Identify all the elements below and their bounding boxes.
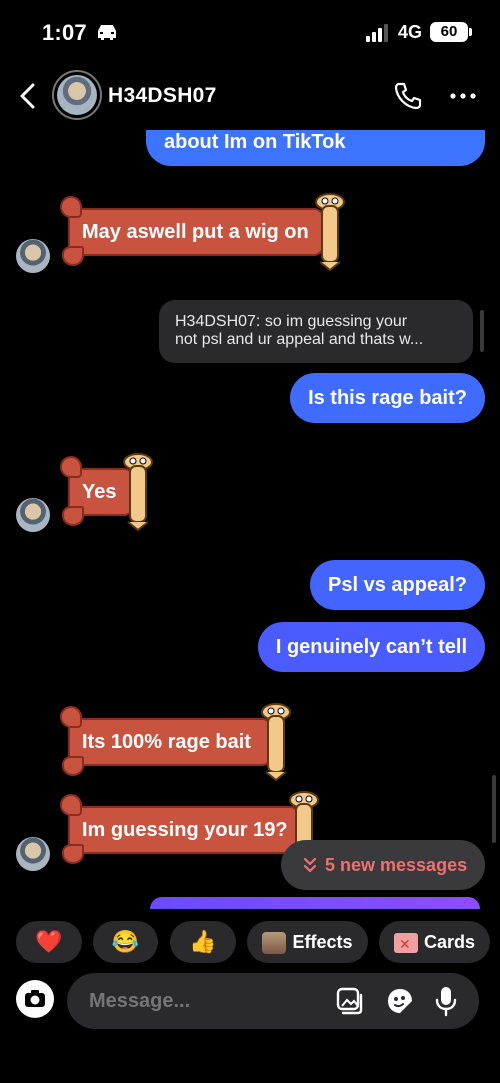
contact-avatar[interactable] (52, 70, 102, 120)
avatar-image (57, 75, 97, 115)
incoming-sticker-message[interactable]: May aswell put a wig on (60, 192, 348, 274)
heart-reaction-button[interactable]: ❤️ (16, 921, 82, 963)
outgoing-message[interactable]: about Im on TikTok (146, 130, 485, 166)
status-time: 1:07 (42, 20, 87, 45)
status-bar: 1:07 4G 60 (0, 0, 500, 64)
incoming-sticker-message[interactable]: Its 100% rage bait (60, 702, 298, 784)
outgoing-message[interactable]: Is this rage bait? (290, 373, 485, 423)
signal-icon (366, 24, 388, 42)
gift-card-icon (393, 923, 418, 965)
sticker-text: Im guessing your 19? (82, 819, 288, 841)
cards-label: Cards (423, 932, 476, 952)
back-icon[interactable] (16, 82, 40, 110)
outgoing-message[interactable]: Psl vs appeal? (310, 560, 485, 610)
reply-line-1: H34DSH07: so im guessing your (175, 313, 408, 330)
chat-scrollbar[interactable] (492, 775, 496, 843)
sticker-text: Its 100% rage bait (82, 731, 251, 753)
microphone-icon[interactable] (435, 985, 457, 1017)
reply-line-2: not psl and ur appeal and thats w... (175, 331, 424, 348)
double-chevron-down-icon (303, 857, 317, 873)
sticker-text: May aswell put a wig on (82, 221, 309, 243)
new-messages-button[interactable]: 5 new messages (281, 840, 485, 890)
new-messages-label: 5 new messages (325, 855, 468, 875)
laugh-reaction-button[interactable]: 😂 (93, 921, 158, 963)
outgoing-message-partial (150, 897, 480, 909)
dog-sticker-icon (261, 703, 291, 782)
dog-sticker-icon (123, 453, 153, 532)
thumbs-up-icon: 👍 (189, 929, 217, 954)
phone-icon[interactable] (392, 80, 424, 112)
dog-sticker-icon (315, 193, 345, 272)
incoming-sticker-message[interactable]: Yes (60, 452, 160, 534)
chat-header: H34DSH07 (0, 64, 500, 128)
network-label: 4G (398, 22, 423, 42)
sticker-icon[interactable] (385, 986, 415, 1016)
thumbs-up-reaction-button[interactable]: 👍 (170, 921, 236, 963)
message-composer (67, 973, 479, 1029)
sender-avatar[interactable] (16, 239, 50, 273)
effects-thumbnail-icon (262, 932, 287, 954)
camera-icon[interactable] (16, 980, 54, 1018)
car-icon (98, 25, 116, 40)
battery-indicator: 60 (430, 22, 472, 42)
laugh-emoji-icon: 😂 (111, 929, 140, 954)
outgoing-message[interactable]: I genuinely can’t tell (257, 622, 485, 672)
replied-message-preview[interactable]: H34DSH07: so im guessing your not psl an… (159, 300, 473, 363)
sticker-text: Yes (82, 481, 117, 503)
sender-avatar[interactable] (16, 837, 50, 871)
contact-name[interactable]: H34DSH07 (108, 84, 217, 108)
more-options-icon[interactable] (448, 86, 478, 106)
reply-scrollbar (480, 310, 484, 352)
cards-button[interactable]: Cards (379, 921, 490, 965)
effects-label: Effects (292, 932, 353, 952)
message-input[interactable] (89, 973, 319, 1029)
sender-avatar[interactable] (16, 498, 50, 532)
effects-button[interactable]: Effects (247, 921, 368, 963)
heart-icon: ❤️ (35, 929, 63, 954)
gallery-icon[interactable] (335, 986, 365, 1016)
